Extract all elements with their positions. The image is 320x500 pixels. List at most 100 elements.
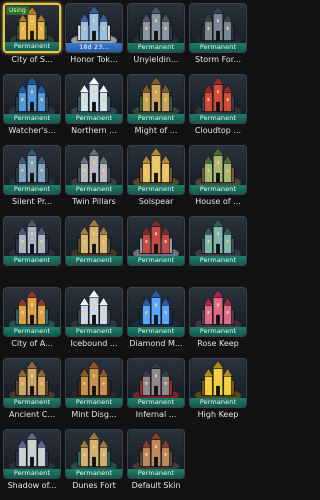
skin-card[interactable]: Permanent Mint Disg... — [65, 358, 123, 419]
permanent-badge: Permanent — [4, 327, 60, 336]
permanent-badge: Permanent — [4, 114, 60, 123]
permanent-badge: Permanent — [66, 327, 122, 336]
skin-name: House of ... — [195, 197, 241, 206]
skin-name: Storm For... — [195, 55, 241, 64]
skin-name: Northern ... — [71, 126, 117, 135]
permanent-badge: Permanent — [128, 185, 184, 194]
permanent-badge: Permanent — [5, 42, 59, 51]
permanent-badge: Permanent — [190, 327, 246, 336]
permanent-badge: Permanent — [128, 114, 184, 123]
permanent-badge: Permanent — [128, 469, 184, 478]
skin-thumbnail: Permanent — [3, 429, 61, 479]
skin-name: Solspear — [138, 197, 174, 206]
using-badge: Using — [6, 6, 29, 15]
permanent-badge: Permanent — [190, 398, 246, 407]
permanent-badge: Permanent — [4, 185, 60, 194]
skin-name: Dunes Fort — [72, 481, 116, 490]
skin-grid: Using Permanent City of S... 18d 23... Hono… — [3, 3, 247, 490]
skin-thumbnail: 18d 23... — [65, 3, 123, 53]
skin-thumbnail: Permanent — [3, 216, 61, 266]
permanent-badge: Permanent — [128, 327, 184, 336]
permanent-badge: Permanent — [128, 398, 184, 407]
skin-thumbnail: Permanent — [189, 74, 247, 124]
skin-thumbnail: Permanent — [127, 287, 185, 337]
skin-card[interactable]: Permanent Diamond M... — [127, 287, 185, 348]
skin-thumbnail: Permanent — [127, 429, 185, 479]
skin-name: Default Skin — [131, 481, 181, 490]
skin-name: Mint Disg... — [71, 410, 117, 419]
skin-card[interactable]: Permanent — [3, 216, 61, 277]
skin-name: Shadow of... — [7, 481, 57, 490]
skin-name: Infernal ... — [135, 410, 177, 419]
skin-thumbnail: Permanent — [127, 74, 185, 124]
skin-card[interactable]: Permanent Ancient C... — [3, 358, 61, 419]
expiry-timer-badge: 18d 23... — [66, 43, 122, 52]
skin-thumbnail: Permanent — [127, 145, 185, 195]
skin-card[interactable]: Permanent Unyieldin... — [127, 3, 185, 64]
skin-card[interactable]: Using Permanent City of S... — [3, 3, 61, 64]
permanent-badge: Permanent — [128, 43, 184, 52]
skin-thumbnail: Permanent — [127, 3, 185, 53]
skin-card[interactable]: Permanent Northern ... — [65, 74, 123, 135]
skin-card[interactable]: Permanent Twin Pillars — [65, 145, 123, 206]
skin-thumbnail: Permanent — [65, 429, 123, 479]
skin-thumbnail: Permanent — [189, 145, 247, 195]
skin-card[interactable]: Permanent Icebound ... — [65, 287, 123, 348]
skin-thumbnail: Permanent — [189, 287, 247, 337]
skin-card[interactable]: Permanent Might of ... — [127, 74, 185, 135]
skin-name: Cloudtop ... — [194, 126, 242, 135]
skin-card[interactable]: 18d 23... Honor Tok... — [65, 3, 123, 64]
permanent-badge: Permanent — [128, 256, 184, 265]
permanent-badge: Permanent — [66, 398, 122, 407]
skin-thumbnail: Permanent — [65, 145, 123, 195]
skin-thumbnail: Permanent — [3, 74, 61, 124]
skin-card[interactable]: Permanent House of ... — [189, 145, 247, 206]
skin-name: Watcher's... — [8, 126, 56, 135]
skin-card[interactable]: Permanent Solspear — [127, 145, 185, 206]
skin-name: Diamond M... — [129, 339, 183, 348]
skin-thumbnail: Permanent — [3, 145, 61, 195]
skin-thumbnail: Permanent — [65, 74, 123, 124]
permanent-badge: Permanent — [190, 43, 246, 52]
skin-thumbnail: Permanent — [127, 358, 185, 408]
skin-card[interactable]: Permanent Infernal ... — [127, 358, 185, 419]
skin-card[interactable]: Permanent Dunes Fort — [65, 429, 123, 490]
skin-thumbnail: Permanent — [127, 216, 185, 266]
skin-name: City of S... — [11, 55, 53, 64]
skin-card[interactable]: Permanent Cloudtop ... — [189, 74, 247, 135]
skin-thumbnail: Permanent — [3, 287, 61, 337]
skin-thumbnail: Using Permanent — [3, 3, 61, 53]
skin-card[interactable]: Permanent — [127, 216, 185, 277]
permanent-badge: Permanent — [66, 469, 122, 478]
permanent-badge: Permanent — [4, 398, 60, 407]
permanent-badge: Permanent — [66, 185, 122, 194]
skin-card[interactable]: Permanent — [189, 216, 247, 277]
permanent-badge: Permanent — [66, 256, 122, 265]
permanent-badge: Permanent — [4, 469, 60, 478]
skin-name: Honor Tok... — [70, 55, 118, 64]
skin-thumbnail: Permanent — [189, 3, 247, 53]
skin-card[interactable]: Permanent City of A... — [3, 287, 61, 348]
skin-name: Might of ... — [134, 126, 178, 135]
skin-card[interactable]: Permanent Shadow of... — [3, 429, 61, 490]
skin-thumbnail: Permanent — [3, 358, 61, 408]
skin-card[interactable]: Permanent Rose Keep — [189, 287, 247, 348]
skin-card[interactable]: Permanent Silent Pr... — [3, 145, 61, 206]
permanent-badge: Permanent — [4, 256, 60, 265]
skin-name: Ancient C... — [8, 410, 56, 419]
skin-card[interactable]: Permanent High Keep — [189, 358, 247, 419]
skin-name: Rose Keep — [197, 339, 239, 348]
skin-name: Silent Pr... — [11, 197, 53, 206]
permanent-badge: Permanent — [190, 256, 246, 265]
skin-card[interactable]: Permanent Watcher's... — [3, 74, 61, 135]
skin-name: High Keep — [197, 410, 239, 419]
skin-name: Unyieldin... — [133, 55, 179, 64]
skin-card[interactable]: Permanent Default Skin — [127, 429, 185, 490]
permanent-badge: Permanent — [66, 114, 122, 123]
skin-name: City of A... — [11, 339, 53, 348]
skin-name: Twin Pillars — [72, 197, 116, 206]
skin-thumbnail: Permanent — [189, 358, 247, 408]
skin-card[interactable]: Permanent Storm For... — [189, 3, 247, 64]
skin-thumbnail: Permanent — [65, 287, 123, 337]
skin-card[interactable]: Permanent — [65, 216, 123, 277]
